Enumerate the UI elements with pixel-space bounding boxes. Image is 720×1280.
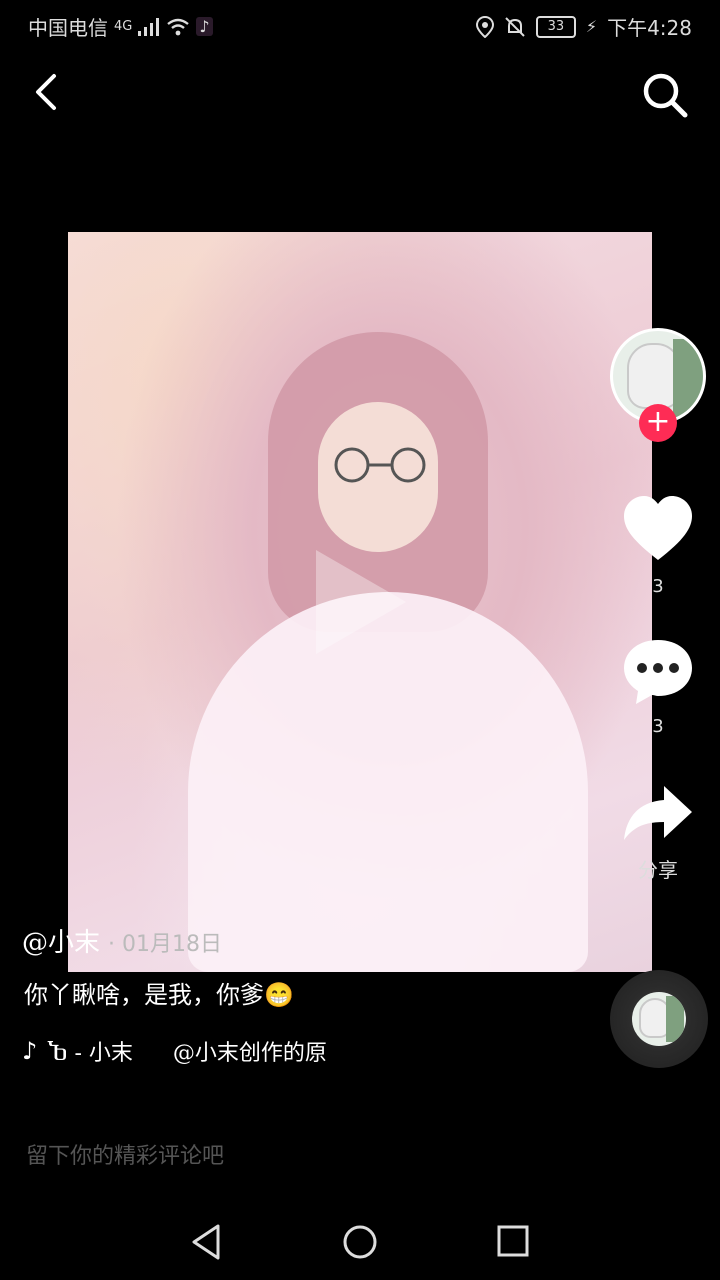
battery-indicator: 33	[535, 15, 576, 38]
search-button[interactable]	[640, 70, 690, 120]
carrier-label: 中国电信	[28, 16, 108, 40]
comment-button[interactable]	[622, 636, 694, 708]
play-icon[interactable]	[306, 542, 416, 662]
music-credit: @小末创作的原	[172, 1041, 327, 1066]
nav-back-icon[interactable]	[188, 1222, 224, 1262]
follow-button[interactable]: +	[639, 404, 677, 442]
post-date: · 01月18日	[108, 932, 222, 957]
status-bar: 中国电信 4G ♪ 33 ⚡ 下午4:28	[0, 0, 720, 52]
nav-recent-icon[interactable]	[496, 1224, 530, 1258]
nav-home-icon[interactable]	[342, 1224, 378, 1260]
clock: 下午4:28	[607, 16, 692, 40]
music-disc-avatar	[632, 992, 686, 1046]
wifi-icon	[167, 18, 190, 35]
video-frame[interactable]	[68, 232, 652, 972]
music-disc[interactable]	[610, 970, 708, 1068]
comment-icon	[624, 640, 692, 704]
chevron-left-icon	[36, 74, 56, 110]
network-label: 4G	[114, 19, 133, 34]
tiktok-notification-icon: ♪	[196, 17, 213, 36]
share-arrow-icon	[624, 786, 692, 840]
comment-count: 3	[652, 716, 664, 737]
like-count: 3	[652, 576, 664, 597]
music-prefix: Ⴆ - 小末	[47, 1041, 133, 1066]
share-button[interactable]	[622, 780, 694, 852]
author-name[interactable]: @小末	[22, 922, 100, 959]
search-icon	[643, 73, 688, 118]
share-label: 分享	[638, 858, 678, 882]
back-button[interactable]	[28, 68, 68, 116]
comment-input[interactable]: 留下你的精彩评论吧	[26, 1138, 224, 1170]
signal-icon	[138, 17, 160, 36]
photo-figure-glasses	[334, 447, 426, 483]
system-nav-bar	[0, 1200, 720, 1280]
like-button[interactable]	[622, 494, 694, 566]
post-caption: 你丫瞅啥，是我，你爹😁	[24, 981, 294, 1009]
tiktok-note-icon: ♪	[22, 1037, 38, 1065]
music-info[interactable]: ♪ Ⴆ - 小末 @小末创作的原	[22, 1035, 327, 1067]
location-icon	[475, 15, 494, 38]
status-left: 中国电信 4G ♪	[28, 12, 213, 41]
bell-muted-icon	[505, 16, 525, 37]
charging-icon: ⚡	[585, 17, 598, 36]
status-right: 33 ⚡ 下午4:28	[475, 12, 692, 41]
heart-icon	[624, 496, 692, 560]
